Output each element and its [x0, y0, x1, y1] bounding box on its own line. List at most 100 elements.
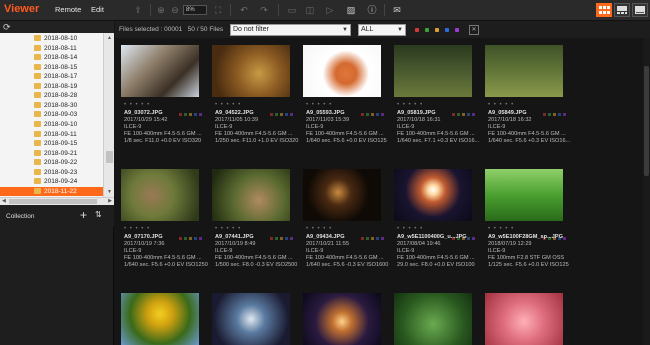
zoom-field[interactable]: 8%	[183, 5, 207, 15]
photo-thumbnail[interactable]	[121, 169, 199, 221]
folder-item[interactable]: 2018-09-21	[0, 149, 103, 158]
flip-icon[interactable]: ◫	[304, 4, 316, 16]
photo-thumbnail[interactable]	[121, 45, 199, 97]
rating-stars[interactable]: • • • • •	[306, 102, 332, 108]
color-label-filter[interactable]	[445, 28, 449, 32]
grid-view-button[interactable]	[596, 3, 612, 17]
color-label-filter[interactable]	[435, 28, 439, 32]
folder-icon	[34, 159, 41, 166]
import-icon[interactable]: ⇪	[132, 4, 144, 16]
folder-item[interactable]: 2018-09-03	[0, 110, 103, 119]
photo-filename: A9_03072.JPG	[124, 110, 163, 116]
folder-icon	[34, 140, 41, 147]
folder-item[interactable]: 2018-08-10	[0, 34, 103, 43]
folder-item[interactable]: 2018-08-11	[0, 44, 103, 53]
sort-collection-icon[interactable]: ⇅	[95, 210, 102, 219]
tree-scrollbar[interactable]: ▲ ▼	[103, 33, 114, 197]
scroll-thumb[interactable]	[106, 151, 113, 163]
rating-stars[interactable]: • • • • •	[124, 102, 150, 108]
rotate-right-icon[interactable]: ↷	[258, 4, 270, 16]
folder-item[interactable]: 2018-08-28	[0, 91, 103, 100]
rating-stars[interactable]: • • • • •	[124, 226, 150, 232]
photo-date: 2017/11/05 10:39	[215, 117, 259, 123]
folder-item[interactable]: 2018-09-15	[0, 139, 103, 148]
photo-exposure: 29.0 sec. F8.0 +0.0 EV ISO100	[397, 262, 475, 268]
photo-thumbnail[interactable]	[212, 45, 290, 97]
folder-label: 2018-08-19	[44, 82, 78, 90]
photo-filename: A9_w5E100F28GM_sp...JPG	[488, 234, 563, 240]
menu-edit[interactable]: Edit	[91, 5, 104, 14]
rating-stars[interactable]: • • • • •	[306, 226, 332, 232]
folder-item[interactable]: 2018-08-19	[0, 82, 103, 91]
photo-thumbnail[interactable]	[303, 45, 381, 97]
rotate-left-icon[interactable]: ↶	[238, 4, 250, 16]
zoom-in-icon[interactable]: ⊕	[155, 4, 167, 16]
photo-thumbnail[interactable]	[212, 293, 290, 345]
add-collection-icon[interactable]: +	[80, 208, 87, 222]
single-view-button[interactable]	[614, 3, 630, 17]
photo-thumbnail[interactable]	[121, 293, 199, 345]
folder-label: 2018-08-15	[44, 63, 78, 71]
photo-date: 2017/11/03 15:39	[306, 117, 350, 123]
photo-meta: A9_w5E100F28GM_sp...JPG 2018/07/19 12:29 I…	[488, 234, 576, 269]
image-icon[interactable]: ▨	[345, 4, 357, 16]
color-label-filter[interactable]	[455, 28, 459, 32]
photo-filename: A9_05819.JPG	[397, 110, 436, 116]
color-label-filter[interactable]	[425, 28, 429, 32]
photo-thumbnail[interactable]	[485, 293, 563, 345]
play-icon[interactable]: ▷	[324, 4, 336, 16]
folder-item[interactable]: 2018-08-30	[0, 101, 103, 110]
folder-item[interactable]: 2018-09-24	[0, 177, 103, 186]
color-label-filter[interactable]	[415, 28, 419, 32]
folder-item[interactable]: 2018-09-22	[0, 158, 103, 167]
compare-icon[interactable]: ▭	[286, 4, 298, 16]
hscroll-thumb[interactable]	[9, 199, 97, 204]
folder-toolbar: ⟳	[0, 21, 114, 33]
folder-item[interactable]: 2018-09-11	[0, 130, 103, 139]
menu-remote[interactable]: Remote	[55, 5, 81, 14]
grid-scroll-thumb[interactable]	[644, 66, 649, 176]
photo-thumbnail[interactable]	[303, 169, 381, 221]
photo-camera: ILCE-9	[397, 124, 415, 130]
left-panel: ⟳ ▲ ▼ 2018-08-10 2018-08-11 2018-08-14 2018…	[0, 21, 114, 345]
folder-item[interactable]: 2018-09-10	[0, 120, 103, 129]
list-view-button[interactable]	[632, 3, 648, 17]
content-area: Files selected : 00001 50 / 50 Files Do …	[115, 21, 650, 345]
photo-thumbnail[interactable]	[485, 169, 563, 221]
folder-item[interactable]: 2018-08-14	[0, 53, 103, 62]
folder-item[interactable]: 2018-08-17	[0, 72, 103, 81]
folder-item[interactable]: 2018-08-15	[0, 63, 103, 72]
scroll-right-icon[interactable]: ▶	[108, 198, 112, 204]
photo-camera: ILCE-9	[124, 248, 142, 254]
rating-stars[interactable]: • • • • •	[488, 226, 514, 232]
folder-label: 2018-09-21	[44, 149, 78, 157]
rating-stars[interactable]: • • • • •	[215, 226, 241, 232]
tree-hscrollbar[interactable]: ◀ ▶	[0, 197, 114, 205]
photo-date: 2017/10/18 16:31	[397, 117, 441, 123]
photo-thumbnail[interactable]	[394, 293, 472, 345]
photo-thumbnail[interactable]	[394, 169, 472, 221]
scroll-up-icon[interactable]: ▲	[107, 35, 112, 41]
rating-dropdown[interactable]: ALL ▼	[358, 24, 406, 36]
clear-filter-icon[interactable]: ✕	[469, 25, 479, 35]
filter-dropdown[interactable]: Do not filter ▼	[230, 24, 351, 36]
photo-thumbnail[interactable]	[212, 169, 290, 221]
scroll-left-icon[interactable]: ◀	[2, 198, 6, 204]
rating-stars[interactable]: • • • • •	[488, 102, 514, 108]
rating-stars[interactable]: • • • • •	[397, 226, 423, 232]
photo-thumbnail[interactable]	[394, 45, 472, 97]
mail-icon[interactable]: ✉	[391, 4, 403, 16]
folder-item[interactable]: 2018-09-23	[0, 168, 103, 177]
photo-thumbnail[interactable]	[303, 293, 381, 345]
photo-meta: A9_04522.JPG 2017/11/05 10:39 ILCE-9 FE 100…	[215, 110, 303, 145]
rating-stars[interactable]: • • • • •	[397, 102, 423, 108]
rating-stars[interactable]: • • • • •	[215, 102, 241, 108]
refresh-icon[interactable]: ⟳	[3, 22, 11, 33]
folder-item[interactable]: 2018-11-22	[0, 186, 103, 196]
fit-icon[interactable]: ⛶	[212, 4, 224, 16]
info-icon[interactable]: ⓘ	[366, 4, 378, 16]
grid-scrollbar[interactable]	[643, 38, 650, 345]
scroll-down-icon[interactable]: ▼	[107, 189, 112, 195]
zoom-out-icon[interactable]: ⊖	[169, 4, 181, 16]
photo-thumbnail[interactable]	[485, 45, 563, 97]
